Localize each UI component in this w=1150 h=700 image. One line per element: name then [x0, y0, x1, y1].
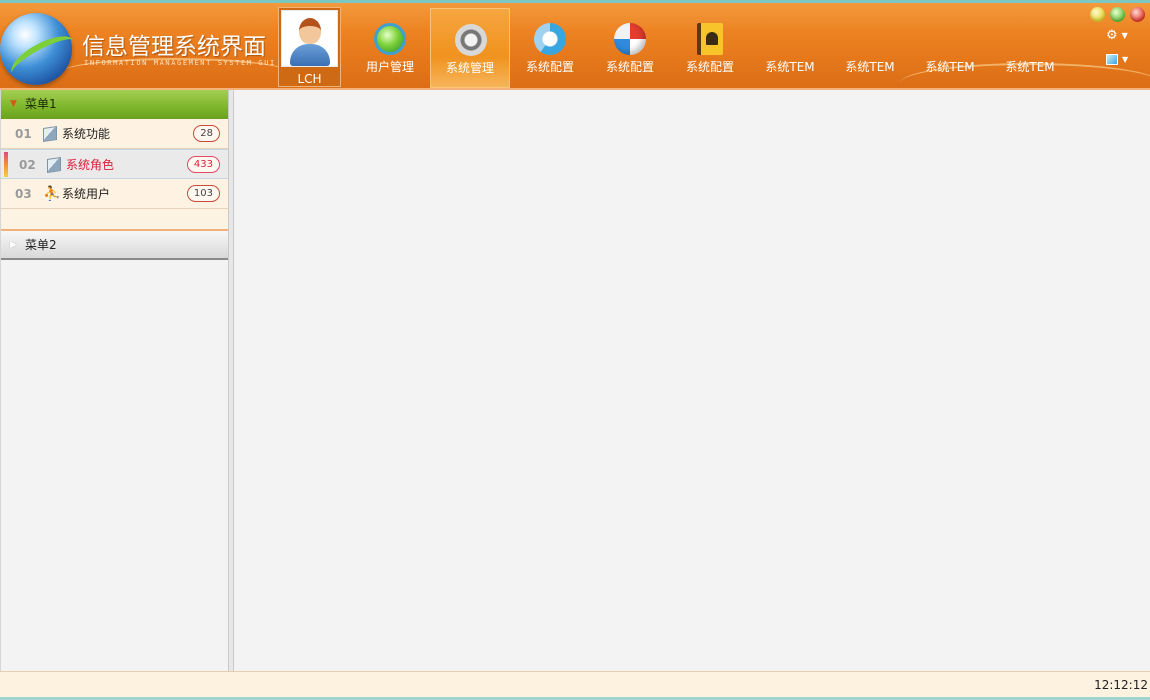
nav-label: 系统配置	[525, 60, 574, 74]
nav-user-management[interactable]: 用户管理	[350, 8, 430, 88]
nav-label: 系统配置	[605, 60, 654, 74]
nav-label: 系统配置	[685, 60, 734, 74]
item-label: 系统功能	[62, 127, 111, 141]
window-controls	[1090, 7, 1145, 22]
user-profile[interactable]: LCH	[278, 7, 341, 87]
maximize-button[interactable]	[1110, 7, 1125, 22]
nav-label: 系统管理	[445, 61, 494, 75]
cube-icon	[47, 157, 61, 173]
nav-label: 系统TEM	[1005, 60, 1055, 74]
skin-menu-button[interactable]: ▼	[1106, 52, 1136, 66]
sidebar-item-system-role[interactable]: 02 系统角色 433	[1, 149, 228, 179]
sidebar-item-system-function[interactable]: 01 系统功能 28	[1, 119, 228, 149]
nav-label: 系统TEM	[845, 60, 895, 74]
menu1-header[interactable]: ▼ 菜单1	[1, 90, 228, 119]
item-label: 系统角色	[66, 158, 115, 172]
donut-chart-icon	[534, 23, 566, 55]
app-subtitle: INFORMATION MANAGEMENT SYSTEM GUI	[84, 59, 276, 67]
count-badge: 103	[186, 185, 220, 202]
logo-globe-icon	[0, 13, 72, 85]
main-nav: 用户管理 系统管理 系统配置 系统配置 系统配置 系统TEM 系统TEM 系统T…	[350, 8, 1070, 88]
expanded-arrow-icon: ▼	[10, 99, 17, 109]
minimize-button[interactable]	[1090, 7, 1105, 22]
nav-system-tem-1[interactable]: 系统TEM	[750, 8, 830, 88]
cube-icon	[43, 126, 57, 142]
app-title: 信息管理系统界面	[82, 34, 266, 60]
collapsed-arrow-icon: ▶	[10, 240, 17, 250]
gear-icon	[455, 24, 487, 56]
sidebar-splitter[interactable]	[229, 90, 234, 671]
nav-system-config-3[interactable]: 系统配置	[670, 8, 750, 88]
chevron-down-icon: ▼	[1121, 31, 1128, 40]
chevron-down-icon: ▼	[1122, 55, 1129, 64]
ball-icon	[614, 23, 646, 55]
nav-system-config-1[interactable]: 系统配置	[510, 8, 590, 88]
close-button[interactable]	[1130, 7, 1145, 22]
main-content-area	[235, 90, 1150, 671]
menu2-label: 菜单2	[25, 238, 57, 252]
skin-icon	[1106, 54, 1118, 65]
sidebar-item-system-user[interactable]: 03 ⛹ 系统用户 103	[1, 179, 228, 209]
sidebar: ▼ 菜单1 01 系统功能 28 02 系统角色 433 03 ⛹ 系统用户 1…	[0, 90, 229, 671]
nav-label: 用户管理	[365, 60, 414, 74]
user-management-icon	[374, 23, 406, 55]
item-label: 系统用户	[62, 187, 111, 201]
count-badge: 433	[186, 156, 220, 173]
item-number: 01	[15, 127, 32, 141]
gear-icon: ⚙	[1106, 28, 1118, 43]
status-clock: 12:12:12	[1094, 678, 1148, 692]
nav-system-config-2[interactable]: 系统配置	[590, 8, 670, 88]
menu2-header[interactable]: ▶ 菜单2	[1, 231, 228, 260]
avatar-icon	[281, 10, 338, 67]
nav-system-tem-4[interactable]: 系统TEM	[990, 8, 1070, 88]
nav-label: 系统TEM	[925, 60, 975, 74]
status-bar: 12:12:12	[0, 671, 1150, 700]
menu1-label: 菜单1	[25, 97, 57, 111]
item-number: 02	[19, 158, 36, 172]
nav-label: 系统TEM	[765, 60, 815, 74]
contact-book-icon	[697, 23, 723, 55]
header-bar: 信息管理系统界面 INFORMATION MANAGEMENT SYSTEM G…	[0, 0, 1150, 90]
count-badge: 28	[193, 125, 220, 142]
person-icon: ⛹	[43, 186, 61, 202]
item-number: 03	[15, 187, 32, 201]
menu1-list: 01 系统功能 28 02 系统角色 433 03 ⛹ 系统用户 103	[1, 119, 228, 231]
nav-system-tem-2[interactable]: 系统TEM	[830, 8, 910, 88]
user-name: LCH	[297, 72, 322, 86]
nav-system-tem-3[interactable]: 系统TEM	[910, 8, 990, 88]
nav-system-management[interactable]: 系统管理	[430, 8, 510, 88]
settings-menu-button[interactable]: ⚙ ▼	[1106, 28, 1136, 43]
